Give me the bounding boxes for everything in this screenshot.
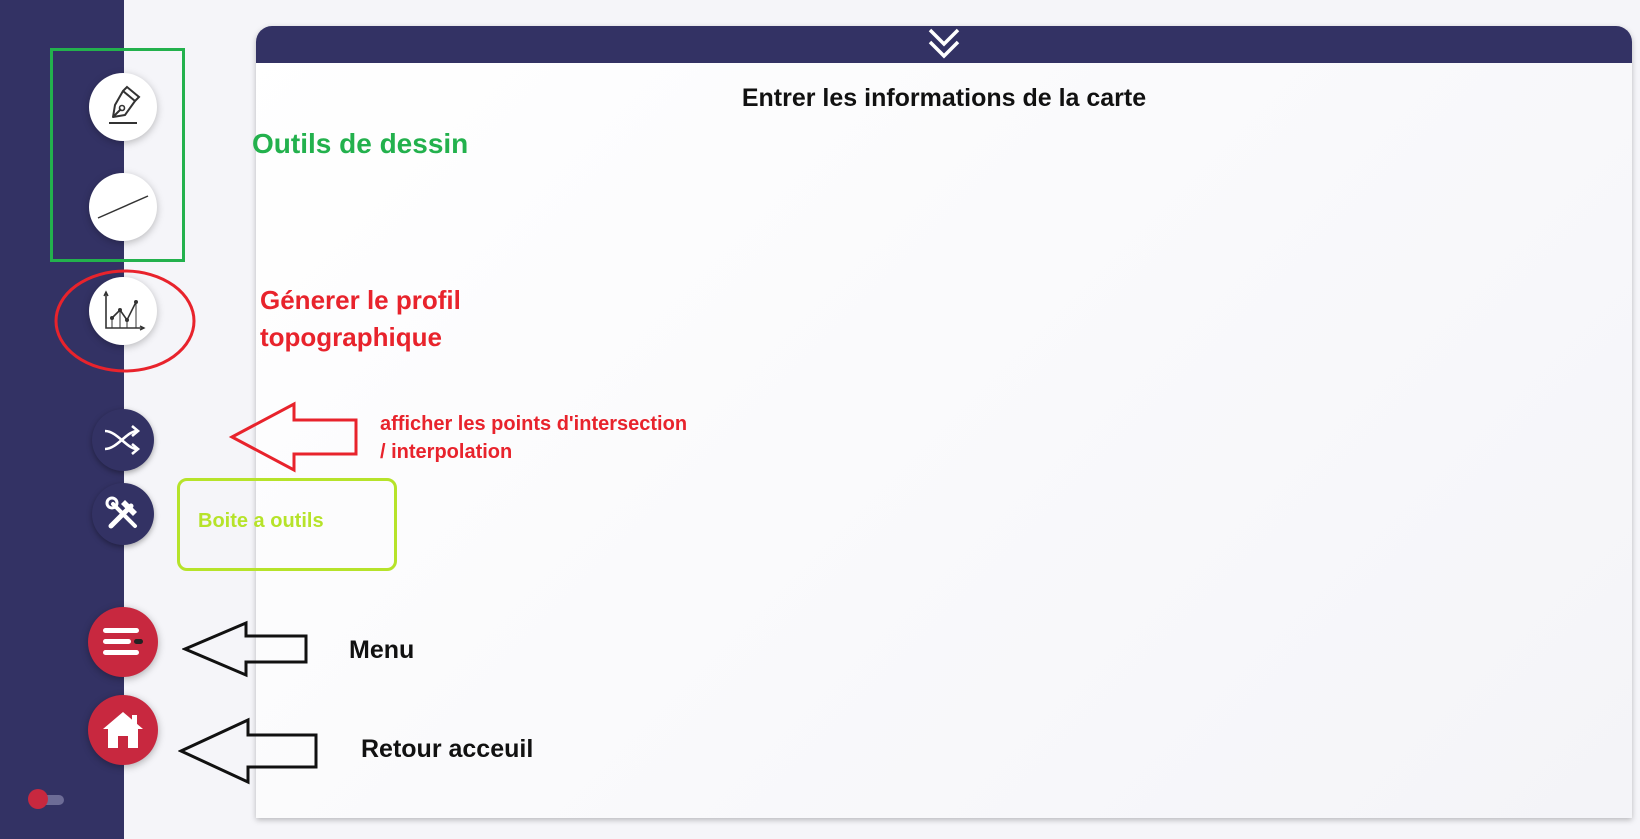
intersection-annotation-line1: afficher les points d'intersection [380, 413, 688, 435]
menu-button[interactable] [88, 607, 158, 677]
theme-toggle[interactable] [28, 789, 68, 809]
chevron-double-down-icon[interactable] [924, 26, 964, 63]
profile-annotation-line2: topographique [260, 322, 442, 352]
menu-annotation: Menu [349, 636, 415, 664]
intersection-annotation-line2: / interpolation [380, 441, 513, 463]
drawing-tools-annotation: Outils de dessin [252, 128, 469, 159]
intersection-annotation: afficher les points d'intersection / int… [380, 410, 687, 466]
home-button[interactable] [88, 695, 158, 765]
toggle-knob [28, 789, 48, 809]
toolbox-annotation: Boite a outils [198, 510, 324, 532]
intersection-arrow [228, 401, 358, 473]
home-icon [103, 712, 143, 748]
profile-annotation-line1: Génerer le profil [260, 285, 461, 315]
toolbox-button[interactable] [92, 483, 154, 545]
tools-icon [105, 496, 137, 529]
shuffle-icon [104, 425, 141, 455]
home-arrow [178, 717, 318, 785]
menu-icon [103, 628, 143, 655]
profile-annotation: Génerer le profil topographique [260, 282, 461, 356]
menu-arrow [182, 620, 308, 678]
intersection-interpolation-button[interactable] [92, 409, 154, 471]
card-header [256, 26, 1632, 63]
profile-highlight-ellipse [54, 269, 196, 373]
home-annotation: Retour acceuil [361, 735, 534, 763]
card-title: Entrer les informations de la carte [741, 84, 1147, 112]
drawing-tools-highlight [50, 48, 185, 262]
